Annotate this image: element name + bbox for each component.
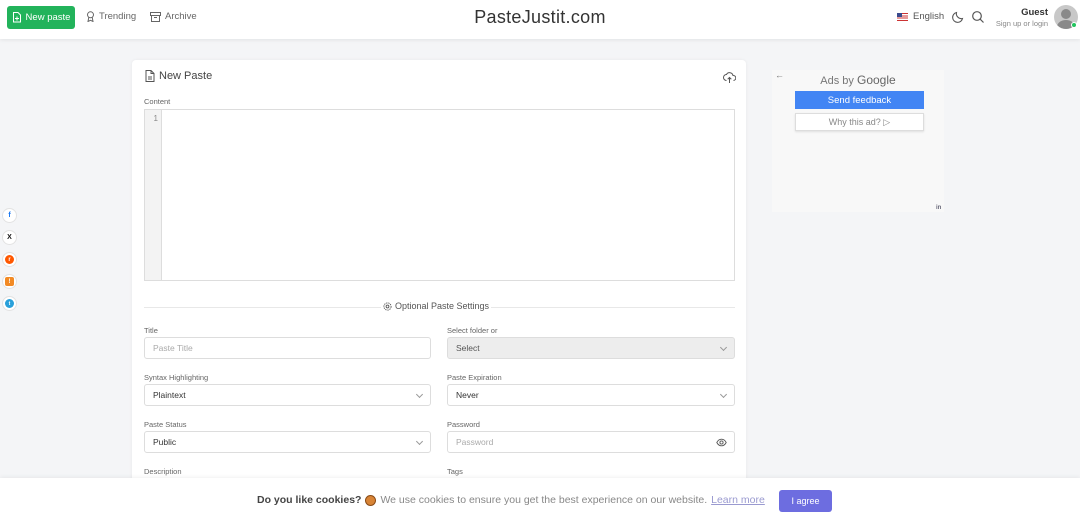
learn-more-link[interactable]: Learn more bbox=[711, 494, 765, 506]
ad-corner-icon[interactable]: in bbox=[936, 205, 941, 211]
cloud-upload-icon[interactable] bbox=[723, 71, 736, 84]
card-title: New Paste bbox=[145, 70, 212, 82]
x-icon[interactable]: X bbox=[2, 230, 17, 245]
telegram-icon[interactable]: t bbox=[2, 296, 17, 311]
cookie-banner: Do you like cookies? We use cookies to e… bbox=[0, 478, 1080, 517]
reddit-icon[interactable]: r bbox=[2, 252, 17, 267]
content-editor[interactable]: 1 bbox=[144, 109, 735, 281]
description-label: Description bbox=[144, 467, 182, 476]
ad-panel: ← Ads by Google Send feedback Why this a… bbox=[772, 70, 944, 212]
nav-trending[interactable]: Trending bbox=[86, 11, 136, 22]
file-icon bbox=[145, 70, 155, 82]
new-paste-label: New paste bbox=[25, 12, 71, 23]
user-menu[interactable]: Guest Sign up or login bbox=[996, 7, 1048, 28]
content-label: Content bbox=[144, 97, 171, 106]
ads-by-google: Ads by Google bbox=[820, 73, 896, 87]
syntax-label: Syntax Highlighting bbox=[144, 373, 209, 382]
award-icon bbox=[87, 11, 94, 22]
chevron-down-icon bbox=[415, 437, 424, 446]
search-icon[interactable] bbox=[971, 10, 985, 24]
expiration-label: Paste Expiration bbox=[447, 373, 502, 382]
language-selector[interactable]: English bbox=[897, 11, 944, 22]
cookie-icon bbox=[365, 494, 377, 506]
folder-label: Select folder or bbox=[447, 326, 498, 335]
language-label: English bbox=[913, 11, 945, 22]
top-header: New paste Trending Archive PasteJustit.c… bbox=[0, 0, 1080, 39]
online-indicator bbox=[1071, 22, 1077, 28]
google-logo: Google bbox=[857, 73, 896, 87]
new-paste-button[interactable]: New paste bbox=[7, 6, 75, 29]
nav-archive-label: Archive bbox=[165, 11, 197, 22]
title-label: Title bbox=[144, 326, 158, 335]
user-name: Guest bbox=[1021, 7, 1048, 18]
folder-select[interactable]: Select bbox=[447, 337, 735, 359]
optional-settings-title: Optional Paste Settings bbox=[381, 301, 492, 311]
send-feedback-button[interactable]: Send feedback bbox=[795, 91, 924, 109]
chevron-down-icon bbox=[415, 390, 424, 399]
archive-icon bbox=[150, 11, 161, 22]
file-plus-icon bbox=[12, 12, 21, 23]
cookie-question: Do you like cookies? bbox=[257, 494, 362, 506]
card-title-text: New Paste bbox=[159, 70, 213, 82]
eye-icon[interactable] bbox=[716, 437, 727, 448]
line-number-gutter: 1 bbox=[145, 110, 162, 280]
nav-trending-label: Trending bbox=[99, 11, 137, 22]
optional-settings-label: Optional Paste Settings bbox=[395, 301, 490, 311]
us-flag-icon bbox=[897, 12, 908, 21]
gear-icon bbox=[383, 301, 392, 311]
why-this-ad-button[interactable]: Why this ad? ▷ bbox=[795, 113, 924, 131]
line-number: 1 bbox=[153, 114, 158, 123]
moon-icon[interactable] bbox=[951, 10, 965, 24]
cookie-text: We use cookies to ensure you get the bes… bbox=[380, 494, 708, 506]
syntax-select[interactable]: Plaintext bbox=[144, 384, 431, 406]
nav-archive[interactable]: Archive bbox=[150, 11, 197, 22]
chevron-down-icon bbox=[719, 343, 728, 352]
status-select[interactable]: Public bbox=[144, 431, 431, 453]
new-paste-card: New Paste Content 1 Optional Paste Setti… bbox=[132, 60, 746, 500]
mix-icon[interactable]: ! bbox=[2, 274, 17, 289]
user-subtext[interactable]: Sign up or login bbox=[996, 19, 1048, 28]
title-input[interactable]: Paste Title bbox=[144, 337, 431, 359]
cookie-message: Do you like cookies? We use cookies to e… bbox=[257, 494, 765, 506]
agree-button[interactable]: I agree bbox=[779, 490, 832, 512]
password-input[interactable]: Password bbox=[447, 431, 735, 453]
facebook-icon[interactable]: f bbox=[2, 208, 17, 223]
tags-label: Tags bbox=[447, 467, 463, 476]
status-label: Paste Status bbox=[144, 420, 187, 429]
chevron-down-icon bbox=[719, 390, 728, 399]
expiration-select[interactable]: Never bbox=[447, 384, 735, 406]
password-label: Password bbox=[447, 420, 480, 429]
